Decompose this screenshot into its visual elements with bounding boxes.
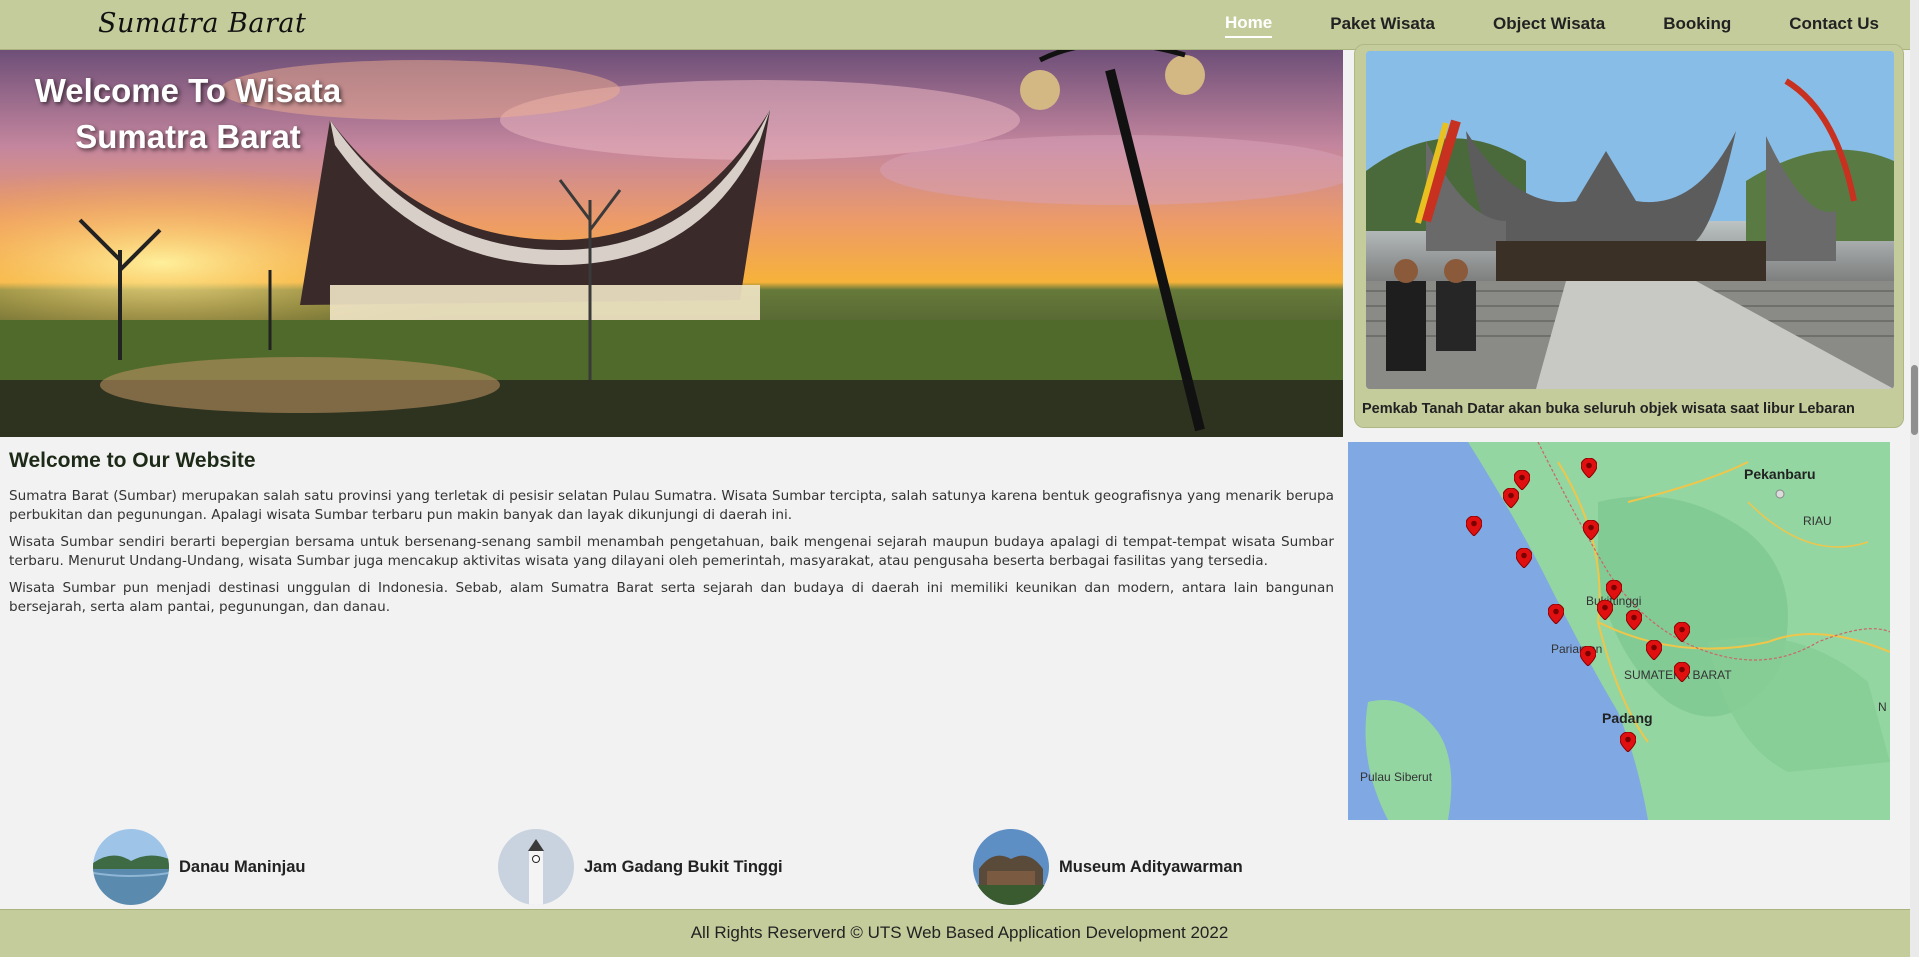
hero-banner: Welcome To Wisata Sumatra Barat xyxy=(0,50,1343,437)
map-pin-icon[interactable] xyxy=(1581,458,1597,478)
place-name: Jam Gadang Bukit Tinggi xyxy=(584,857,783,876)
map-pin-icon[interactable] xyxy=(1466,516,1482,536)
news-card[interactable]: Pemkab Tanah Datar akan buka seluruh obj… xyxy=(1354,44,1904,428)
map-pin-icon[interactable] xyxy=(1626,610,1642,630)
about-heading: Welcome to Our Website xyxy=(9,449,256,472)
map-pin-icon[interactable] xyxy=(1514,470,1530,490)
about-paragraph-2: Wisata Sumbar sendiri berarti bepergian … xyxy=(9,534,1334,569)
nav-booking-link[interactable]: Booking xyxy=(1663,14,1731,37)
place-item-museum-adityawarman[interactable]: Museum Adityawarman xyxy=(973,829,1243,905)
map-pin-icon[interactable] xyxy=(1548,604,1564,624)
hero-title: Welcome To Wisata Sumatra Barat xyxy=(12,68,364,160)
about-paragraph-1: Sumatra Barat (Sumbar) merupakan salah s… xyxy=(9,488,1334,523)
news-photo xyxy=(1366,51,1894,389)
map-pin-icon[interactable] xyxy=(1503,488,1519,508)
about-paragraph-3: Wisata Sumbar pun menjadi destinasi ungg… xyxy=(9,580,1334,615)
page-footer: All Rights Reserverd © UTS Web Based App… xyxy=(0,909,1919,957)
museum-photo-icon xyxy=(973,829,1049,905)
top-navbar: Sumatra Barat Home Paket Wisata Object W… xyxy=(0,0,1919,50)
hero-title-line2: Sumatra Barat xyxy=(75,118,301,155)
news-caption[interactable]: Pemkab Tanah Datar akan buka seluruh obj… xyxy=(1362,401,1855,417)
map-label-pekanbaru: Pekanbaru xyxy=(1744,466,1816,482)
map-pin-icon[interactable] xyxy=(1516,548,1532,568)
tourism-map[interactable]: Pekanbaru RIAU Bukittinggi Pariaman SUMA… xyxy=(1348,442,1890,820)
nav-object-wisata-link[interactable]: Object Wisata xyxy=(1493,14,1605,37)
place-item-danau-maninjau[interactable]: Danau Maninjau xyxy=(93,829,306,905)
place-item-jam-gadang[interactable]: Jam Gadang Bukit Tinggi xyxy=(498,829,783,905)
map-pin-icon[interactable] xyxy=(1620,732,1636,752)
nav-contact-us-link[interactable]: Contact Us xyxy=(1789,14,1879,37)
page-scrollbar[interactable] xyxy=(1910,0,1919,957)
nav-home-link[interactable]: Home xyxy=(1225,13,1273,38)
map-pin-icon[interactable] xyxy=(1580,646,1596,666)
nav-paket-wisata-link[interactable]: Paket Wisata xyxy=(1330,14,1435,37)
clock-tower-photo-icon xyxy=(498,829,574,905)
hero-title-line1: Welcome To Wisata xyxy=(34,72,342,109)
map-pin-icon[interactable] xyxy=(1583,520,1599,540)
featured-places-row: Danau Maninjau Jam Gadang Bukit Tinggi M… xyxy=(0,829,1919,909)
main-menu: Home Paket Wisata Object Wisata Booking … xyxy=(1225,0,1879,50)
map-label-pulau-siberut: Pulau Siberut xyxy=(1360,770,1433,784)
map-pin-icon[interactable] xyxy=(1606,580,1622,600)
map-pin-icon[interactable] xyxy=(1646,640,1662,660)
map-pin-icon[interactable] xyxy=(1674,662,1690,682)
lake-photo-icon xyxy=(93,829,169,905)
site-brand-logo[interactable]: Sumatra Barat xyxy=(98,8,306,39)
map-pin-icon[interactable] xyxy=(1597,600,1613,620)
map-label-riau: RIAU xyxy=(1803,514,1832,528)
scrollbar-thumb[interactable] xyxy=(1911,365,1918,435)
place-name: Museum Adityawarman xyxy=(1059,857,1243,876)
map-label-padang: Padang xyxy=(1602,710,1653,726)
about-section: Welcome to Our Website Sumatra Barat (Su… xyxy=(9,449,1334,625)
map-pin-icon[interactable] xyxy=(1674,622,1690,642)
map-illustration xyxy=(1348,442,1890,820)
rumah-gadang-photo xyxy=(1366,51,1894,389)
place-name: Danau Maninjau xyxy=(179,857,306,876)
map-label-edge: N xyxy=(1878,700,1887,714)
